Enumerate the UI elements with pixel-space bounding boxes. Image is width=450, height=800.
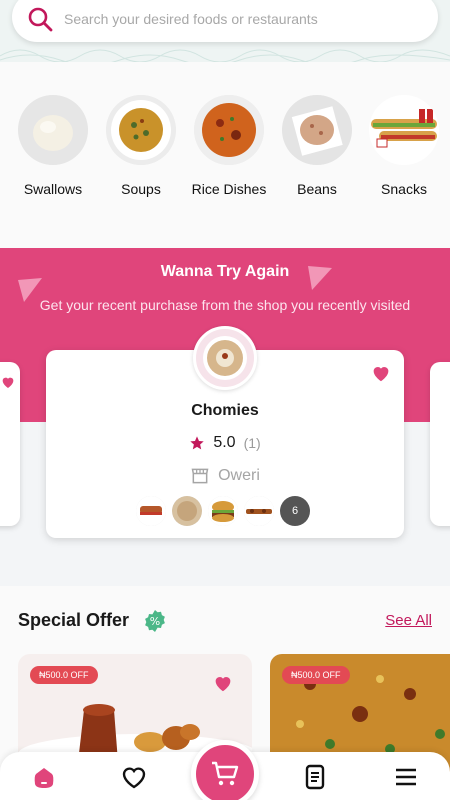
search-bar[interactable] (12, 0, 438, 42)
category-label: Beans (297, 181, 337, 197)
food-preview-image (244, 496, 274, 526)
orders-icon[interactable] (302, 764, 328, 790)
category-label: Soups (121, 181, 161, 197)
heart-icon[interactable] (0, 374, 16, 390)
category-label: Snacks (381, 181, 427, 197)
promo-subtitle: Get your recent purchase from the shop y… (39, 297, 411, 313)
category-beans[interactable]: Beans (272, 95, 362, 199)
swallows-image (18, 95, 88, 165)
discount-badge: ₦500.0 OFF (30, 666, 98, 684)
rating-value: 5.0 (213, 434, 236, 451)
store-icon (191, 468, 209, 484)
favorite-heart-icon[interactable] (370, 362, 392, 384)
discount-badge-icon: % (145, 610, 165, 632)
shop-logo (193, 326, 257, 390)
snacks-image (369, 95, 439, 165)
location-text: Oweri (218, 467, 260, 484)
category-snacks[interactable]: Snacks (359, 95, 449, 199)
shop-rating: 5.0 (1) (46, 434, 404, 452)
food-preview-image (172, 496, 202, 526)
search-header (0, 0, 450, 62)
food-preview-image (136, 496, 166, 526)
more-items-badge: 6 (280, 496, 310, 526)
category-label: Swallows (23, 181, 83, 197)
search-input[interactable] (64, 11, 404, 27)
beans-image (282, 95, 352, 165)
rating-count: (1) (243, 435, 261, 451)
svg-text:%: % (150, 615, 160, 628)
shop-name: Chomies (191, 402, 259, 419)
food-preview-image (208, 496, 238, 526)
next-shop-card[interactable] (430, 362, 450, 526)
category-soups[interactable]: Soups (96, 95, 186, 199)
menu-icon[interactable] (393, 764, 419, 790)
previous-shop-card[interactable] (0, 362, 20, 526)
star-icon (190, 436, 204, 450)
see-all-link[interactable]: See All (385, 612, 432, 629)
favorites-icon[interactable] (121, 764, 147, 790)
category-rice-dishes[interactable]: Rice Dishes (184, 95, 274, 199)
rice-dishes-image (194, 95, 264, 165)
favorite-heart-icon[interactable] (212, 672, 234, 694)
shop-food-previews: 6 (136, 496, 310, 526)
search-icon (28, 7, 53, 32)
cart-icon (212, 761, 239, 786)
header-pattern (0, 49, 450, 62)
promo-title: Wanna Try Again (160, 263, 290, 280)
cart-button[interactable] (191, 740, 259, 800)
category-label: Rice Dishes (191, 181, 267, 197)
category-strip: Swallows Soups Rice Dishes Beans Snacks (0, 62, 450, 248)
home-icon[interactable] (31, 764, 57, 790)
special-offer-title: Special Offer (18, 610, 130, 630)
category-swallows[interactable]: Swallows (8, 95, 98, 199)
discount-badge: ₦500.0 OFF (282, 666, 350, 684)
shop-location: Oweri (46, 466, 404, 486)
soups-image (106, 95, 176, 165)
